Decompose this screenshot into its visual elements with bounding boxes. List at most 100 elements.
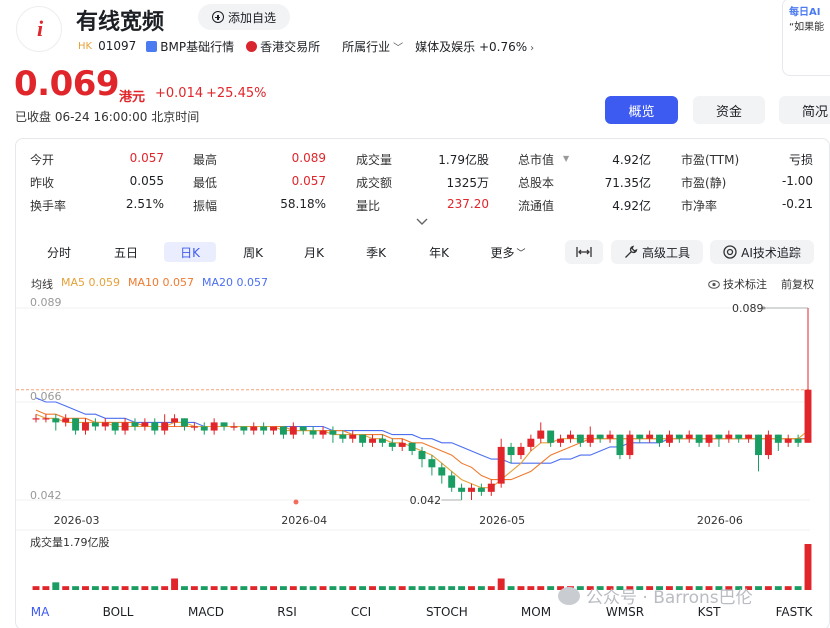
period-tab[interactable]: 日K — [164, 242, 216, 262]
quote-label: 量比 — [356, 199, 381, 213]
volume-bar — [458, 586, 466, 590]
quote-value: -0.21 — [781, 197, 813, 211]
candle-body — [646, 434, 654, 439]
volume-bar — [547, 586, 555, 590]
y-tick-label: 0.042 — [30, 489, 62, 502]
industry-link[interactable]: 媒体及娱乐 +0.76% › — [415, 38, 534, 55]
candle-body — [52, 418, 60, 423]
y-tick-label: 0.089 — [30, 296, 62, 309]
advanced-tools-button[interactable]: 高级工具 — [611, 240, 703, 264]
volume-bar — [62, 586, 70, 590]
kline-chart[interactable]: 0.089 0.066 0.042 0.089 0.042 2026-03 2026-04 2… — [16, 290, 830, 600]
candle-body — [101, 422, 109, 427]
candle-body — [458, 487, 466, 492]
candle-body — [131, 422, 139, 427]
quote-label: 成交额 — [356, 176, 393, 190]
high-label: 0.089 — [732, 302, 764, 315]
volume-bar — [250, 586, 258, 590]
candle-body — [319, 430, 327, 435]
candle-body — [448, 475, 456, 488]
indicator-tab[interactable]: MOM — [516, 605, 556, 619]
candle-body — [299, 426, 307, 431]
indicator-tab[interactable]: RSI — [267, 605, 307, 619]
volume-bar — [428, 586, 436, 590]
ai-trace-label: AI技术追踪 — [741, 245, 801, 260]
volume-bar — [210, 586, 218, 590]
quote-value: 1.79亿股 — [438, 153, 489, 167]
add-watchlist-button[interactable]: 添加自选 — [198, 4, 290, 30]
indicator-tab[interactable]: MA — [20, 605, 60, 619]
period-tab[interactable]: 月K — [289, 242, 339, 262]
quote-value: 237.20 — [447, 197, 489, 211]
quote-value: 2.51% — [125, 197, 164, 211]
volume-bar — [497, 578, 505, 590]
quote-value: 0.055 — [129, 174, 164, 188]
ai-daily-card[interactable]: 每日AI “如果能 — [782, 0, 830, 76]
volume-bar — [764, 586, 772, 590]
stock-meta: HK 01097 BMP基础行情 香港交易所 所属行业 ﹀ 媒体及娱乐 +0.76… — [78, 38, 534, 54]
quote-label: 成交量 — [356, 153, 393, 167]
candle-body — [626, 434, 634, 456]
candle-body — [468, 487, 475, 492]
candle-body — [309, 430, 317, 435]
industry-dropdown[interactable]: 所属行业 ﹀ — [342, 38, 403, 55]
expand-chevron-icon[interactable] — [416, 218, 428, 226]
watermark: 公众号 · Barrons巴伦 — [558, 583, 753, 608]
volume-bar — [91, 586, 99, 590]
ai-card-text: “如果能 — [789, 22, 825, 33]
tab-overview[interactable]: 概览 — [605, 96, 678, 124]
eye-icon — [708, 279, 720, 289]
ai-trace-button[interactable]: AI技术追踪 — [710, 240, 814, 264]
period-tab[interactable]: 分时 — [34, 242, 84, 262]
indicator-tab[interactable]: BOLL — [98, 605, 138, 619]
candle-body — [784, 438, 792, 443]
volume-bar — [42, 586, 50, 590]
indicator-tab[interactable]: MACD — [186, 605, 226, 619]
candle-body — [359, 434, 367, 443]
candle-body — [190, 426, 198, 428]
volume-bar — [349, 586, 357, 590]
volume-bar — [755, 586, 762, 590]
candle-body — [121, 422, 129, 431]
quote-value: 71.35亿 — [604, 176, 651, 190]
price-change: +0.014 — [155, 86, 204, 101]
quote-value: 4.92亿 — [612, 153, 651, 167]
volume-bar — [784, 586, 792, 590]
period-tab[interactable]: 更多 ﹀ — [483, 242, 533, 262]
x-tick-label: 2026-06 — [697, 514, 743, 527]
volume-bar — [487, 586, 495, 590]
volume-bar — [32, 586, 40, 590]
indicator-tab[interactable]: STOCH — [426, 605, 468, 619]
candle-body — [62, 418, 70, 423]
tab-brief[interactable]: 简况 — [779, 96, 830, 124]
candle-body — [220, 422, 228, 427]
volume-bar — [299, 586, 307, 590]
period-tab[interactable]: 五日 — [101, 242, 151, 262]
period-tab[interactable]: 年K — [414, 242, 464, 262]
candle-body — [72, 418, 80, 431]
x-tick-label: 2026-05 — [479, 514, 525, 527]
volume-bar — [408, 586, 416, 590]
indicator-tab[interactable]: FASTK — [774, 605, 814, 619]
period-tab-label: 季K — [366, 245, 386, 260]
period-tab[interactable]: 季K — [351, 242, 401, 262]
volume-bar — [527, 586, 535, 590]
candle-body — [527, 438, 535, 447]
volume-bar — [190, 586, 198, 590]
candle-body — [705, 434, 713, 443]
tab-funds[interactable]: 资金 — [693, 96, 765, 124]
fit-width-button[interactable] — [565, 240, 603, 264]
volume-bar — [477, 586, 485, 590]
quote-label: 最高 — [193, 153, 218, 167]
indicator-tab[interactable]: CCI — [341, 605, 381, 619]
period-tab[interactable]: 周K — [228, 242, 278, 262]
x-tick-label: 2026-03 — [54, 514, 100, 527]
quote-source: BMP基础行情 — [160, 39, 235, 54]
candle-body — [438, 467, 446, 476]
candle-body — [250, 426, 258, 431]
volume-bar — [537, 586, 545, 590]
candle-body — [557, 438, 565, 443]
candle-body — [794, 438, 802, 443]
market-status: 已收盘 06-24 16:00:00 北京时间 — [15, 110, 200, 124]
volume-bar — [774, 586, 782, 590]
